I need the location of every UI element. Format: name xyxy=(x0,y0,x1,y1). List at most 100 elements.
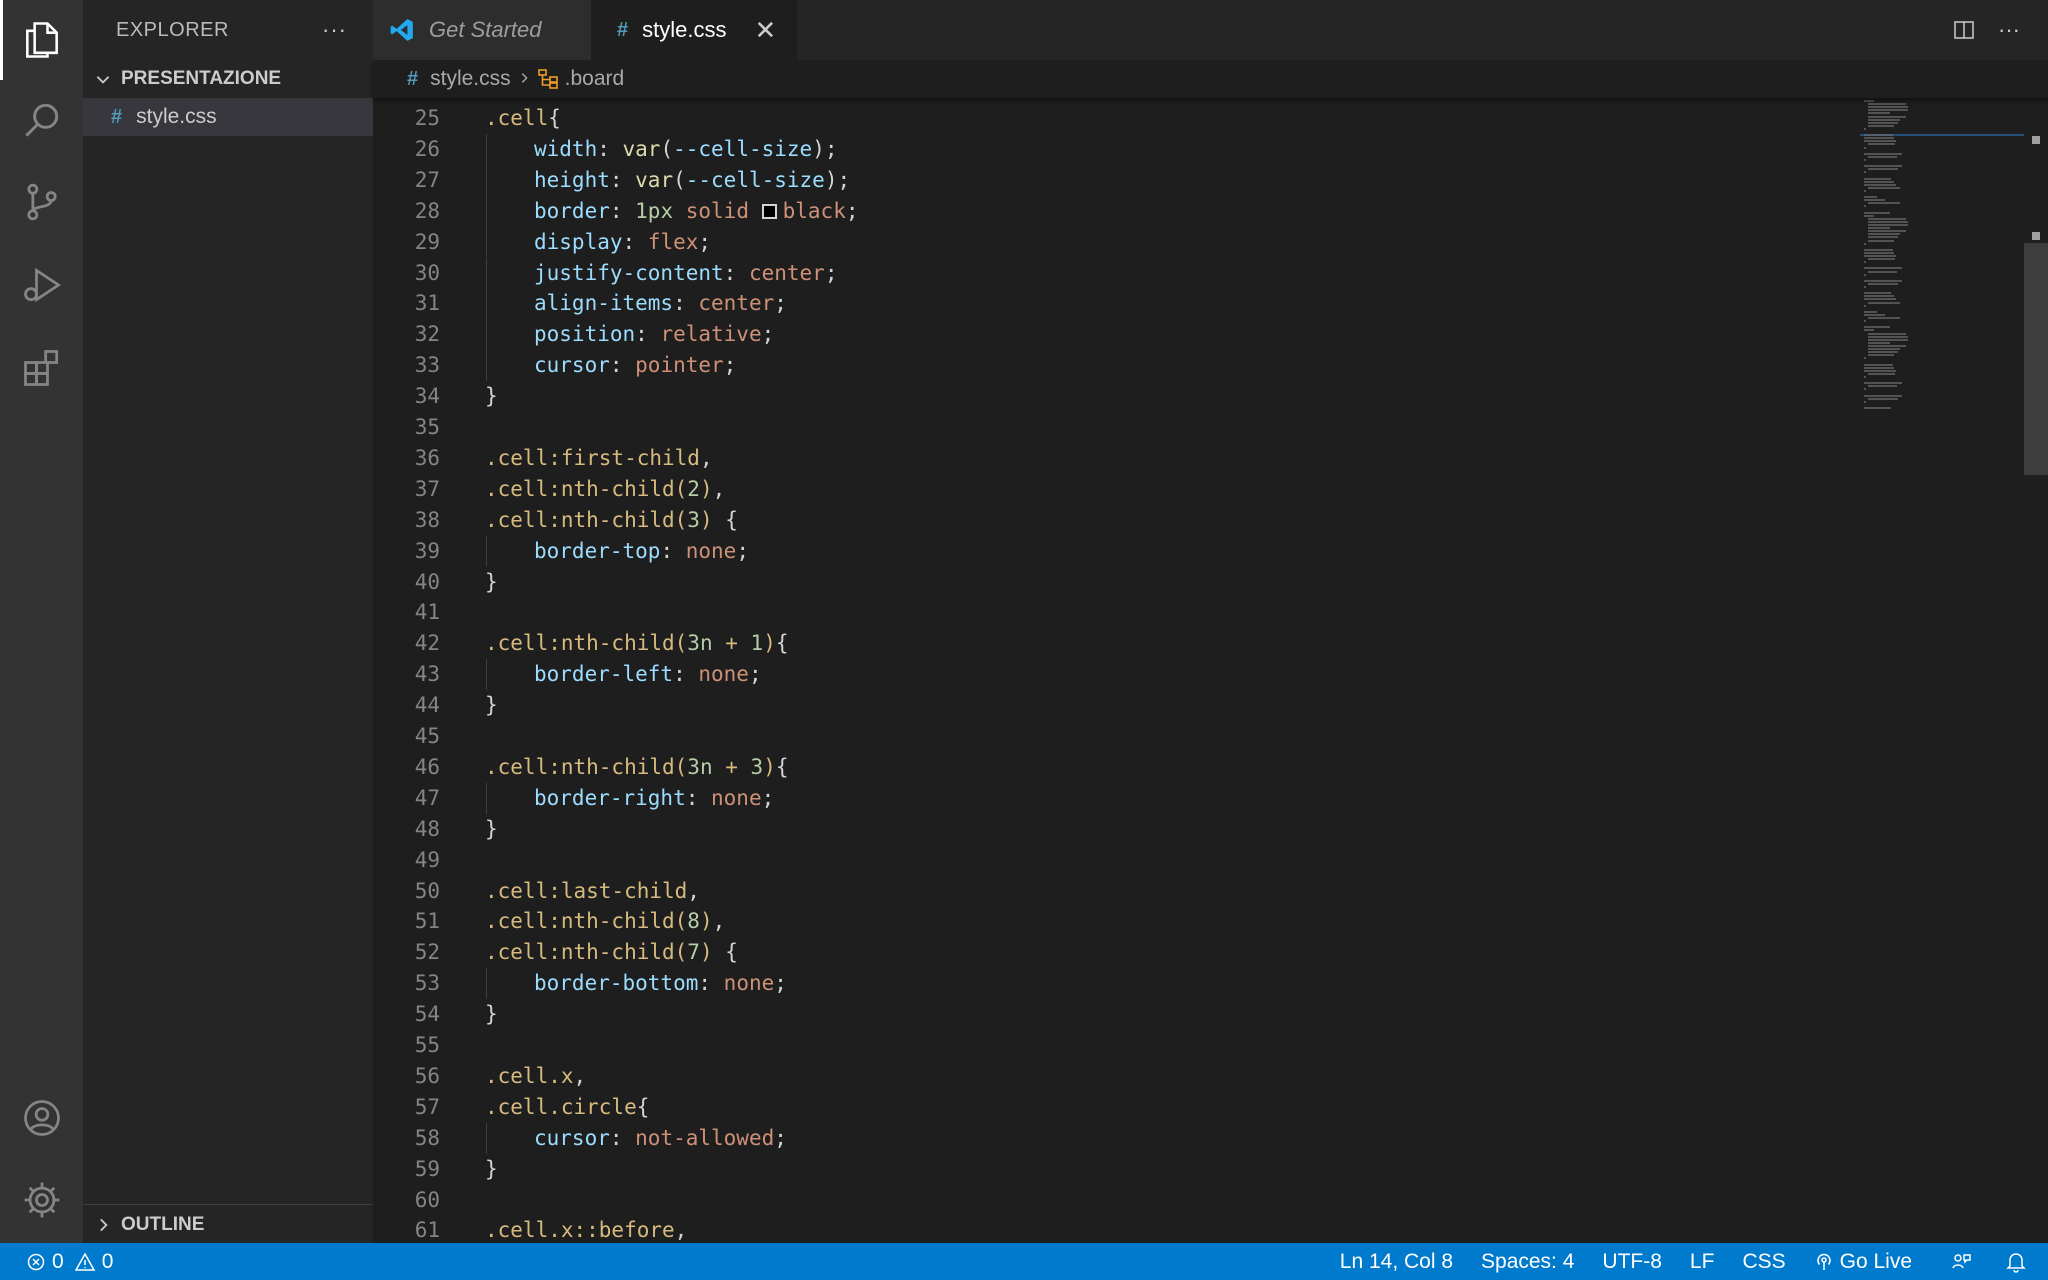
explorer-icon[interactable] xyxy=(0,0,83,80)
source-control-icon[interactable] xyxy=(0,162,83,242)
extensions-icon[interactable] xyxy=(0,328,83,408)
code-line[interactable]: 60 xyxy=(373,1185,1860,1216)
minimap-line xyxy=(1868,217,1907,220)
end-of-line[interactable]: LF xyxy=(1690,1250,1715,1274)
go-live-button[interactable]: Go Live xyxy=(1814,1250,1912,1274)
code-line[interactable]: 58 cursor: not-allowed; xyxy=(373,1122,1860,1154)
vscode-logo-icon xyxy=(389,17,415,43)
code-line[interactable]: 57 .cell.circle{ xyxy=(373,1092,1860,1123)
code-line[interactable]: 35 xyxy=(373,412,1860,443)
code-line[interactable]: 31 align-items: center; xyxy=(373,288,1860,320)
code-token: .cell.circle xyxy=(485,1094,637,1119)
code-line[interactable]: 50 .cell:last-child, xyxy=(373,876,1860,907)
outline-section[interactable]: OUTLINE xyxy=(83,1204,373,1243)
vertical-scrollbar[interactable] xyxy=(2024,98,2048,1243)
indentation[interactable]: Spaces: 4 xyxy=(1481,1250,1574,1274)
encoding[interactable]: UTF-8 xyxy=(1602,1250,1662,1274)
problems-indicator[interactable]: 0 0 xyxy=(26,1243,113,1280)
minimap-line xyxy=(1864,382,1903,385)
code-line[interactable]: 26 width: var(--cell-size); xyxy=(373,133,1860,165)
cursor-position[interactable]: Ln 14, Col 8 xyxy=(1340,1250,1453,1274)
tab-style-css[interactable]: # style.css ✕ xyxy=(591,0,797,60)
code-token: center xyxy=(748,260,825,285)
line-number: 47 xyxy=(414,785,440,810)
code-line[interactable]: 54} xyxy=(373,999,1860,1030)
code-line[interactable]: 49 xyxy=(373,845,1860,876)
code-line[interactable]: 42 .cell:nth-child(3n + 1){ xyxy=(373,628,1860,659)
code-token: pointer xyxy=(635,353,724,378)
code-line[interactable]: 55 xyxy=(373,1030,1860,1061)
code-line[interactable]: 32 position: relative; xyxy=(373,319,1860,351)
code-line[interactable]: 51 .cell:nth-child(8), xyxy=(373,906,1860,937)
color-swatch[interactable] xyxy=(761,203,777,219)
code-line[interactable]: 59} xyxy=(373,1154,1860,1185)
breadcrumb-file[interactable]: style.css xyxy=(430,67,511,91)
code-line[interactable]: 46 .cell:nth-child(3n + 3){ xyxy=(373,752,1860,783)
code-line[interactable]: 43 border-left: none; xyxy=(373,659,1860,691)
close-icon[interactable]: ✕ xyxy=(754,15,776,46)
minimap-line xyxy=(1864,310,1877,313)
minimap-line xyxy=(1868,344,1907,347)
code-line[interactable]: 61 .cell.x::before, xyxy=(373,1215,1860,1243)
scroll-thumb[interactable] xyxy=(2024,243,2048,475)
breadcrumb-symbol[interactable]: .board xyxy=(565,67,625,91)
line-number: 34 xyxy=(414,384,440,409)
settings-gear-icon[interactable] xyxy=(0,1160,83,1240)
language-mode[interactable]: CSS xyxy=(1742,1250,1785,1274)
minimap-line xyxy=(1868,270,1897,273)
minimap-line xyxy=(1868,317,1900,319)
code-line[interactable]: 33 cursor: pointer; xyxy=(373,350,1860,382)
notifications-bell-icon[interactable] xyxy=(2006,1251,2026,1273)
code-token: } xyxy=(485,384,498,409)
code-line[interactable]: 53 border-bottom: none; xyxy=(373,968,1860,1000)
code-line[interactable]: 34} xyxy=(373,381,1860,412)
code-line[interactable]: 27 height: var(--cell-size); xyxy=(373,164,1860,196)
code-editor[interactable]: 25 .cell{26 width: var(--cell-size); 27 heig… xyxy=(373,98,1860,1243)
code-line[interactable]: 37 .cell:nth-child(2), xyxy=(373,474,1860,505)
more-actions-icon[interactable]: ··· xyxy=(1998,17,2020,43)
code-token: ); xyxy=(812,136,838,161)
code-line[interactable]: 41 xyxy=(373,597,1860,628)
minimap-line xyxy=(1864,298,1896,301)
code-token: : xyxy=(723,260,749,285)
more-actions-icon[interactable]: ··· xyxy=(322,17,347,43)
minimap[interactable] xyxy=(1860,98,2025,1243)
code-line[interactable]: 38 .cell:nth-child(3) { xyxy=(373,505,1860,536)
feedback-icon[interactable] xyxy=(1950,1251,1972,1273)
css-file-icon: # xyxy=(111,105,123,128)
minimap-line xyxy=(1868,348,1900,350)
account-icon[interactable] xyxy=(0,1078,83,1158)
code-line[interactable]: 30 justify-content: center; xyxy=(373,257,1860,289)
activity-bar xyxy=(0,0,83,1243)
code-text: height: var(--cell-size); xyxy=(534,165,850,196)
code-text: .cell:nth-child(8), xyxy=(485,906,725,937)
code-line[interactable]: 56 .cell.x, xyxy=(373,1061,1860,1092)
code-line[interactable]: 29 display: flex; xyxy=(373,226,1860,258)
minimap-line xyxy=(1864,273,1866,276)
minimap-line xyxy=(1864,214,1874,217)
folder-section-presentazione[interactable]: PRESENTAZIONE xyxy=(83,60,373,98)
split-editor-icon[interactable] xyxy=(1952,18,1976,42)
run-debug-icon[interactable] xyxy=(0,245,83,325)
code-line[interactable]: 44} xyxy=(373,690,1860,721)
status-right: Ln 14, Col 8 Spaces: 4 UTF-8 LF CSS Go L… xyxy=(1312,1243,2026,1280)
code-line[interactable]: 25 .cell{ xyxy=(373,103,1860,134)
code-text: } xyxy=(485,567,498,598)
code-line[interactable]: 45 xyxy=(373,721,1860,752)
tab-get-started[interactable]: Get Started xyxy=(373,0,591,60)
code-token: } xyxy=(485,569,498,594)
line-number: 41 xyxy=(414,600,440,625)
search-icon[interactable] xyxy=(0,80,83,160)
file-item-style-css[interactable]: # style.css xyxy=(83,98,373,136)
code-token: } xyxy=(485,1156,498,1181)
code-line[interactable]: 36 .cell:first-child, xyxy=(373,443,1860,474)
code-line[interactable]: 47 border-right: none; xyxy=(373,782,1860,814)
code-line[interactable]: 39 border-top: none; xyxy=(373,535,1860,567)
code-line[interactable]: 52 .cell:nth-child(7) { xyxy=(373,937,1860,968)
code-line[interactable]: 40} xyxy=(373,567,1860,598)
code-line[interactable]: 48} xyxy=(373,814,1860,845)
minimap-line xyxy=(1868,341,1891,344)
minimap-line xyxy=(1864,261,1866,264)
line-number: 36 xyxy=(414,445,440,470)
code-line[interactable]: 28 border: 1px solid black; xyxy=(373,195,1860,227)
